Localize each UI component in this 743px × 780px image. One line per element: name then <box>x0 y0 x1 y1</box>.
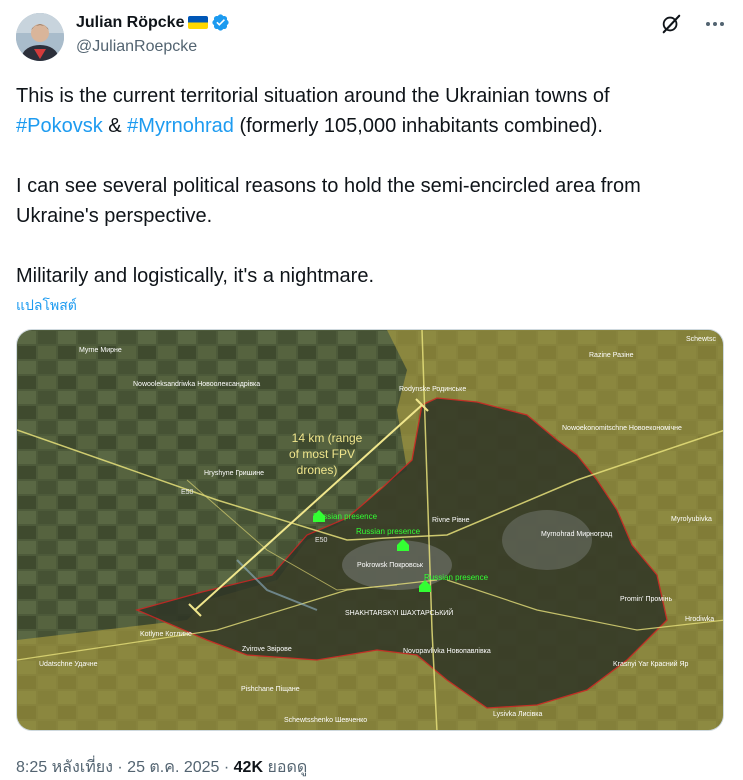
author-avatar[interactable] <box>16 13 64 61</box>
range-annotation-line2: of most FPV <box>289 447 355 461</box>
place-label: Hrodiwka <box>685 616 714 623</box>
place-label: Schewtsshenko Шевченко <box>284 717 367 724</box>
place-label: Krasnyi Yar Красний Яр <box>613 660 689 668</box>
place-label: Hryshyne Гришине <box>204 470 264 477</box>
tweet-meta: 8:25 หลังเที่ยง · 25 ต.ค. 2025 · 42K ยอด… <box>16 755 307 780</box>
verified-badge-icon <box>211 13 230 32</box>
range-annotation-line1: 14 km (range <box>292 431 363 445</box>
views-count: 42K <box>233 759 264 776</box>
tweet-text-segment: This is the current territorial situatio… <box>16 85 610 107</box>
tweet-text-amp: & <box>102 115 128 137</box>
place-label: Myrne Мирне <box>79 347 122 354</box>
tweet-timestamp[interactable]: 8:25 หลังเที่ยง · 25 ต.ค. 2025 · <box>16 759 234 776</box>
map-image[interactable]: 14 km (range of most FPV drones) Russian… <box>16 329 724 731</box>
territorial-map: 14 km (range of most FPV drones) Russian… <box>17 330 723 730</box>
tweet-body: This is the current territorial situatio… <box>16 81 716 291</box>
tweet-paragraph-1: This is the current territorial situatio… <box>16 81 716 141</box>
place-label: Lysivka Лисівка <box>493 710 543 718</box>
place-label: Nowooleksandriwka Новоолександрівка <box>133 380 260 388</box>
place-label: Pokrowsk Покровськ <box>357 562 424 569</box>
place-label: Razine Разіне <box>589 351 634 359</box>
place-label: Kotlyne Котлине <box>140 631 192 638</box>
author-handle[interactable]: @JulianRoepcke <box>76 38 197 56</box>
tweet-paragraph-2: I can see several political reasons to h… <box>16 175 641 227</box>
ukraine-flag-icon <box>188 16 209 29</box>
place-label: Schewtsc <box>686 336 716 343</box>
place-label: Zvirove Звірове <box>242 645 292 653</box>
place-label: Nowoekonomitschne Новоекономічне <box>562 424 682 432</box>
tweet-paragraph-3: Militarily and logistically, it's a nigh… <box>16 265 375 287</box>
tweet-actions-top <box>659 12 727 36</box>
hashtag-myrnohrad[interactable]: #Myrnohrad <box>127 115 234 137</box>
author-name[interactable]: Julian Röpcke <box>76 14 184 32</box>
place-label: SHAKHTARSKYI ШАХТАРСЬКИЙ <box>345 608 453 617</box>
russian-presence-label-1: Russian presence <box>313 512 378 521</box>
russian-presence-label-2: Russian presence <box>356 527 421 536</box>
avatar-image <box>16 13 64 61</box>
place-label: Pishchane Піщане <box>241 685 300 693</box>
place-label: Myrolyubivka <box>671 516 712 523</box>
hashtag-pokovsk[interactable]: #Pokovsk <box>16 115 103 137</box>
place-label: Myrnohrad Мирноград <box>541 531 612 538</box>
place-label: Rodynske Родинське <box>399 386 466 393</box>
more-options-icon[interactable] <box>703 12 727 36</box>
road-label: E50 <box>181 489 194 496</box>
place-label: Rivne Рівне <box>432 516 470 524</box>
range-annotation-line3: drones) <box>297 463 338 477</box>
place-label: Udatschne Удачне <box>39 661 98 668</box>
grok-icon[interactable] <box>659 12 683 36</box>
author-name-row: Julian Röpcke <box>76 13 230 32</box>
translate-post-link[interactable]: แปลโพสต์ <box>16 295 77 317</box>
russian-presence-label-3: Russian presence <box>424 573 489 582</box>
tweet-text-segment: (formerly 105,000 inhabitants combined). <box>233 115 603 137</box>
views-label: ยอดดู <box>263 759 308 776</box>
road-label: E50 <box>315 537 328 544</box>
place-label: Novopavlivka Новопавлівка <box>403 647 491 655</box>
place-label: Promin' Промінь <box>620 595 673 603</box>
